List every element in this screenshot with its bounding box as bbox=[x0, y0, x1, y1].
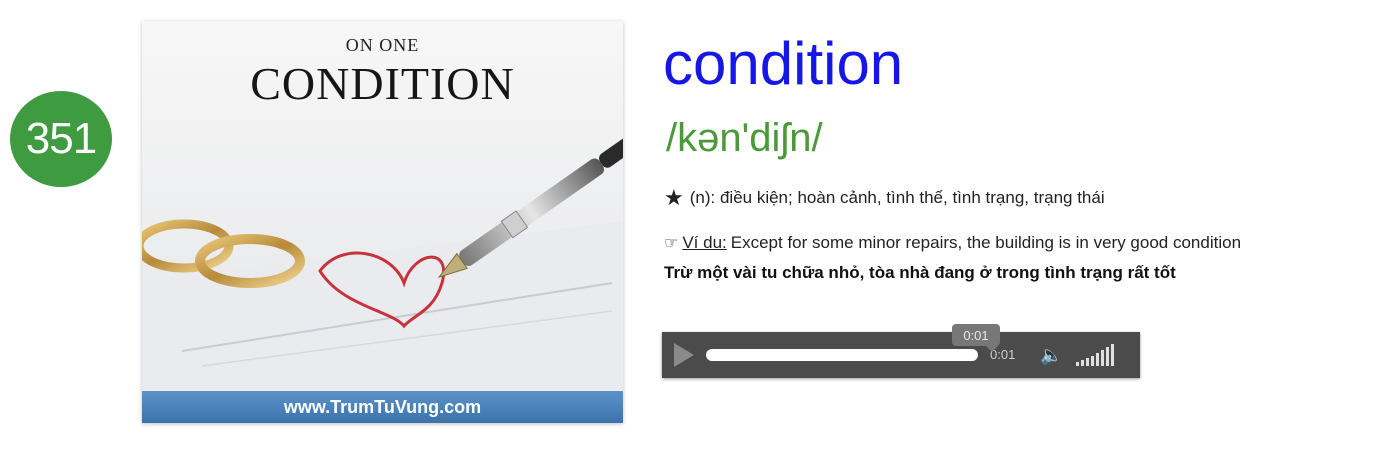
cover-subtitle: ON ONE bbox=[345, 35, 420, 55]
meaning-text: (n): điều kiện; hoàn cảnh, tình thế, tìn… bbox=[689, 188, 1105, 207]
pronunciation: /kən'diʃn/ bbox=[666, 116, 823, 160]
example-translation: Trừ một vài tu chữa nhỏ, tòa nhà đang ở … bbox=[664, 263, 1176, 282]
meaning-line: ★ (n): điều kiện; hoàn cảnh, tình thế, t… bbox=[664, 187, 1105, 209]
word-number-badge: 351 bbox=[10, 91, 112, 187]
cover-website: www.TrumTuVung.com bbox=[142, 391, 623, 423]
play-icon[interactable] bbox=[674, 343, 694, 367]
speaker-icon[interactable]: 🔈 bbox=[1040, 345, 1062, 366]
example-label: Ví du: bbox=[682, 233, 727, 252]
word-number: 351 bbox=[25, 114, 97, 163]
star-icon: ★ bbox=[664, 185, 684, 210]
cover-image: ON ONE CONDITION www.TrumTuVung.com bbox=[142, 21, 623, 423]
vocabulary-word: condition bbox=[663, 30, 904, 97]
pointing-hand-icon: ☞ bbox=[664, 235, 679, 252]
audio-progress-bar[interactable] bbox=[706, 349, 978, 361]
example-text: Except for some minor repairs, the build… bbox=[730, 233, 1242, 252]
volume-slider[interactable] bbox=[1076, 344, 1114, 366]
time-tooltip: 0:01 bbox=[952, 324, 1000, 352]
example-line: ☞ Ví du: Except for some minor repairs, … bbox=[664, 233, 1241, 253]
cover-title: CONDITION bbox=[250, 58, 515, 109]
audio-player: 0:01 🔈 bbox=[662, 332, 1140, 378]
